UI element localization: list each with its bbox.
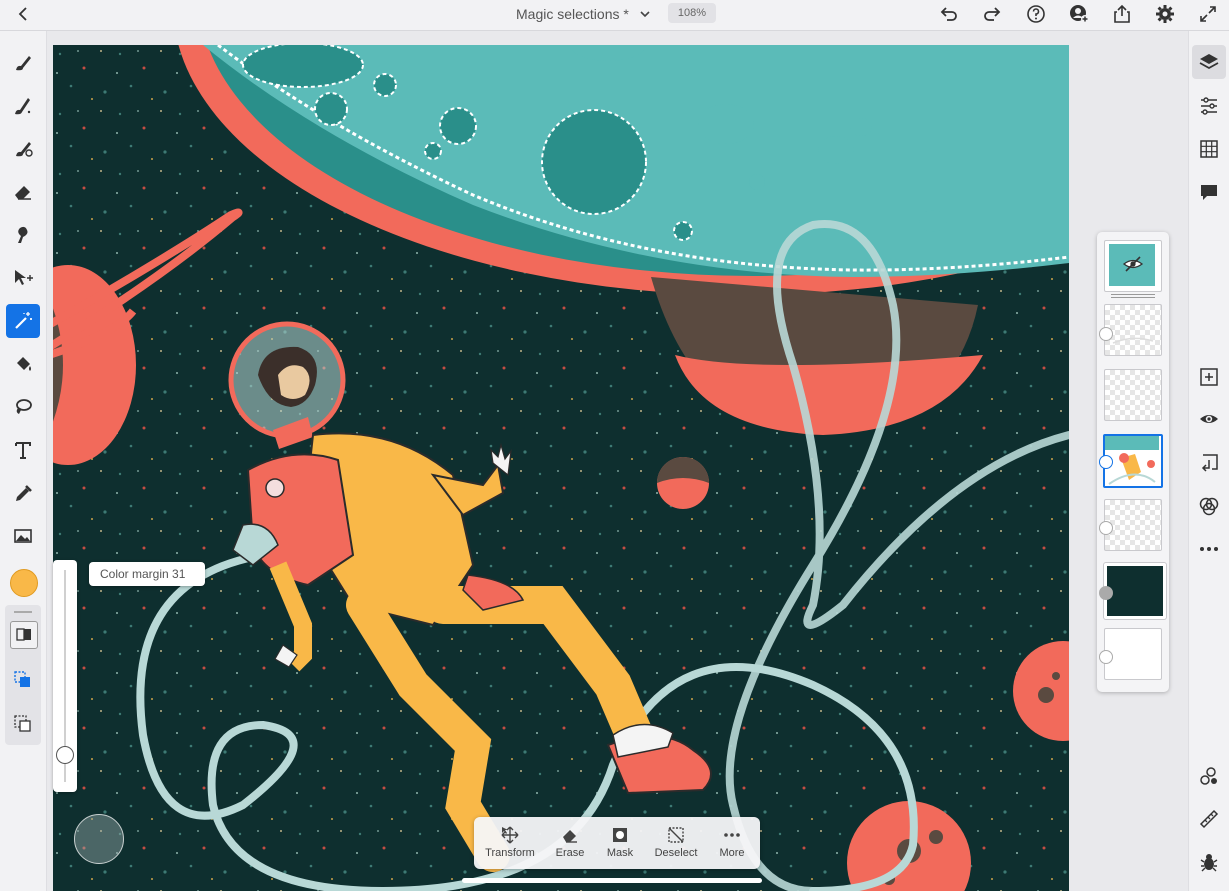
deselect-label: Deselect [654, 847, 698, 859]
type-icon[interactable] [6, 433, 40, 467]
eraser-icon[interactable] [6, 175, 40, 209]
lasso-icon[interactable] [6, 390, 40, 424]
layer-mask-dot-selected[interactable] [1099, 455, 1113, 469]
add-layer-icon[interactable] [1198, 366, 1220, 388]
grid-icon[interactable] [1198, 138, 1220, 160]
left-toolbar [0, 31, 47, 891]
image-icon[interactable] [6, 519, 40, 553]
group-divider [1111, 294, 1155, 295]
mask-icon [613, 828, 627, 842]
layer-mask-dot[interactable] [1099, 521, 1113, 535]
group-divider [1111, 297, 1155, 298]
ruler-icon[interactable] [1198, 808, 1220, 830]
brush-icon[interactable] [6, 46, 40, 80]
transform-label: Transform [485, 847, 535, 859]
color-swatch[interactable] [10, 569, 38, 597]
paint-brush-icon[interactable] [6, 89, 40, 123]
color-margin-slider[interactable] [53, 560, 77, 792]
mixer-brush-icon[interactable] [6, 132, 40, 166]
add-user-icon[interactable] [1068, 3, 1090, 25]
layer-fill-dot[interactable] [1099, 586, 1113, 600]
visibility-icon[interactable] [1198, 408, 1220, 430]
adjustments-icon[interactable] [1198, 95, 1220, 117]
color-margin-tooltip: Color margin 31 [89, 562, 205, 586]
settings-icon[interactable] [1154, 3, 1176, 25]
magic-wand-icon[interactable] [6, 304, 40, 338]
deselect-button[interactable]: Deselect [646, 823, 706, 867]
layer-mask-dot[interactable] [1099, 327, 1113, 341]
layer-thumb-group[interactable] [1104, 240, 1162, 292]
group-handle [14, 611, 32, 613]
slider-knob[interactable] [56, 746, 74, 764]
sample-layers-icon[interactable] [10, 621, 38, 649]
more-icon[interactable] [1198, 538, 1220, 560]
selection-mode-group [5, 605, 41, 745]
touch-shortcut-button[interactable] [74, 814, 124, 864]
layers-panel [1097, 232, 1169, 692]
document-title[interactable]: Magic selections * [516, 6, 629, 22]
paint-bucket-icon[interactable] [6, 347, 40, 381]
blend-icon[interactable] [1198, 495, 1220, 517]
deselect-icon [668, 827, 684, 843]
selection-taskbar: Transform Erase Mask Deselect More [474, 817, 760, 869]
smudge-icon[interactable] [6, 218, 40, 252]
bug-icon[interactable] [1198, 851, 1220, 873]
eraser-icon [563, 830, 577, 843]
layer-fill-dot[interactable] [1099, 650, 1113, 664]
eyedropper-icon[interactable] [6, 476, 40, 510]
move-icon[interactable] [6, 261, 40, 295]
comments-icon[interactable] [1198, 181, 1220, 203]
merge-down-icon[interactable] [1198, 452, 1220, 474]
right-toolbar [1188, 31, 1229, 891]
canvas[interactable] [53, 45, 1069, 891]
artwork [53, 45, 1069, 891]
mask-button[interactable]: Mask [590, 823, 650, 867]
fullscreen-icon[interactable] [1197, 3, 1219, 25]
layer-thumb-dark-fill[interactable] [1104, 563, 1166, 619]
top-bar: Magic selections * 108% [0, 0, 1229, 31]
document-title-wrap[interactable]: Magic selections * [516, 4, 651, 24]
home-indicator[interactable] [462, 878, 762, 883]
undo-icon[interactable] [938, 3, 960, 25]
layer-properties-icon[interactable] [1198, 765, 1220, 787]
more-label: More [719, 847, 745, 859]
help-icon[interactable] [1025, 3, 1047, 25]
mask-label: Mask [606, 847, 634, 859]
chevron-down-icon[interactable] [639, 8, 651, 20]
subtract-from-selection-icon[interactable] [10, 710, 36, 736]
layer-thumb-transparent[interactable] [1104, 369, 1162, 421]
layer-thumb-transparent[interactable] [1104, 304, 1162, 356]
more-button[interactable]: More [702, 823, 762, 867]
redo-icon[interactable] [981, 3, 1003, 25]
transform-icon [501, 826, 519, 844]
layers-icon[interactable] [1198, 51, 1220, 73]
transform-button[interactable]: Transform [480, 823, 540, 867]
back-icon[interactable] [14, 4, 34, 24]
zoom-level[interactable]: 108% [668, 3, 716, 23]
more-icon [724, 833, 740, 837]
hidden-eye-icon [1122, 256, 1144, 272]
add-to-selection-icon[interactable] [10, 666, 36, 692]
share-icon[interactable] [1111, 3, 1133, 25]
